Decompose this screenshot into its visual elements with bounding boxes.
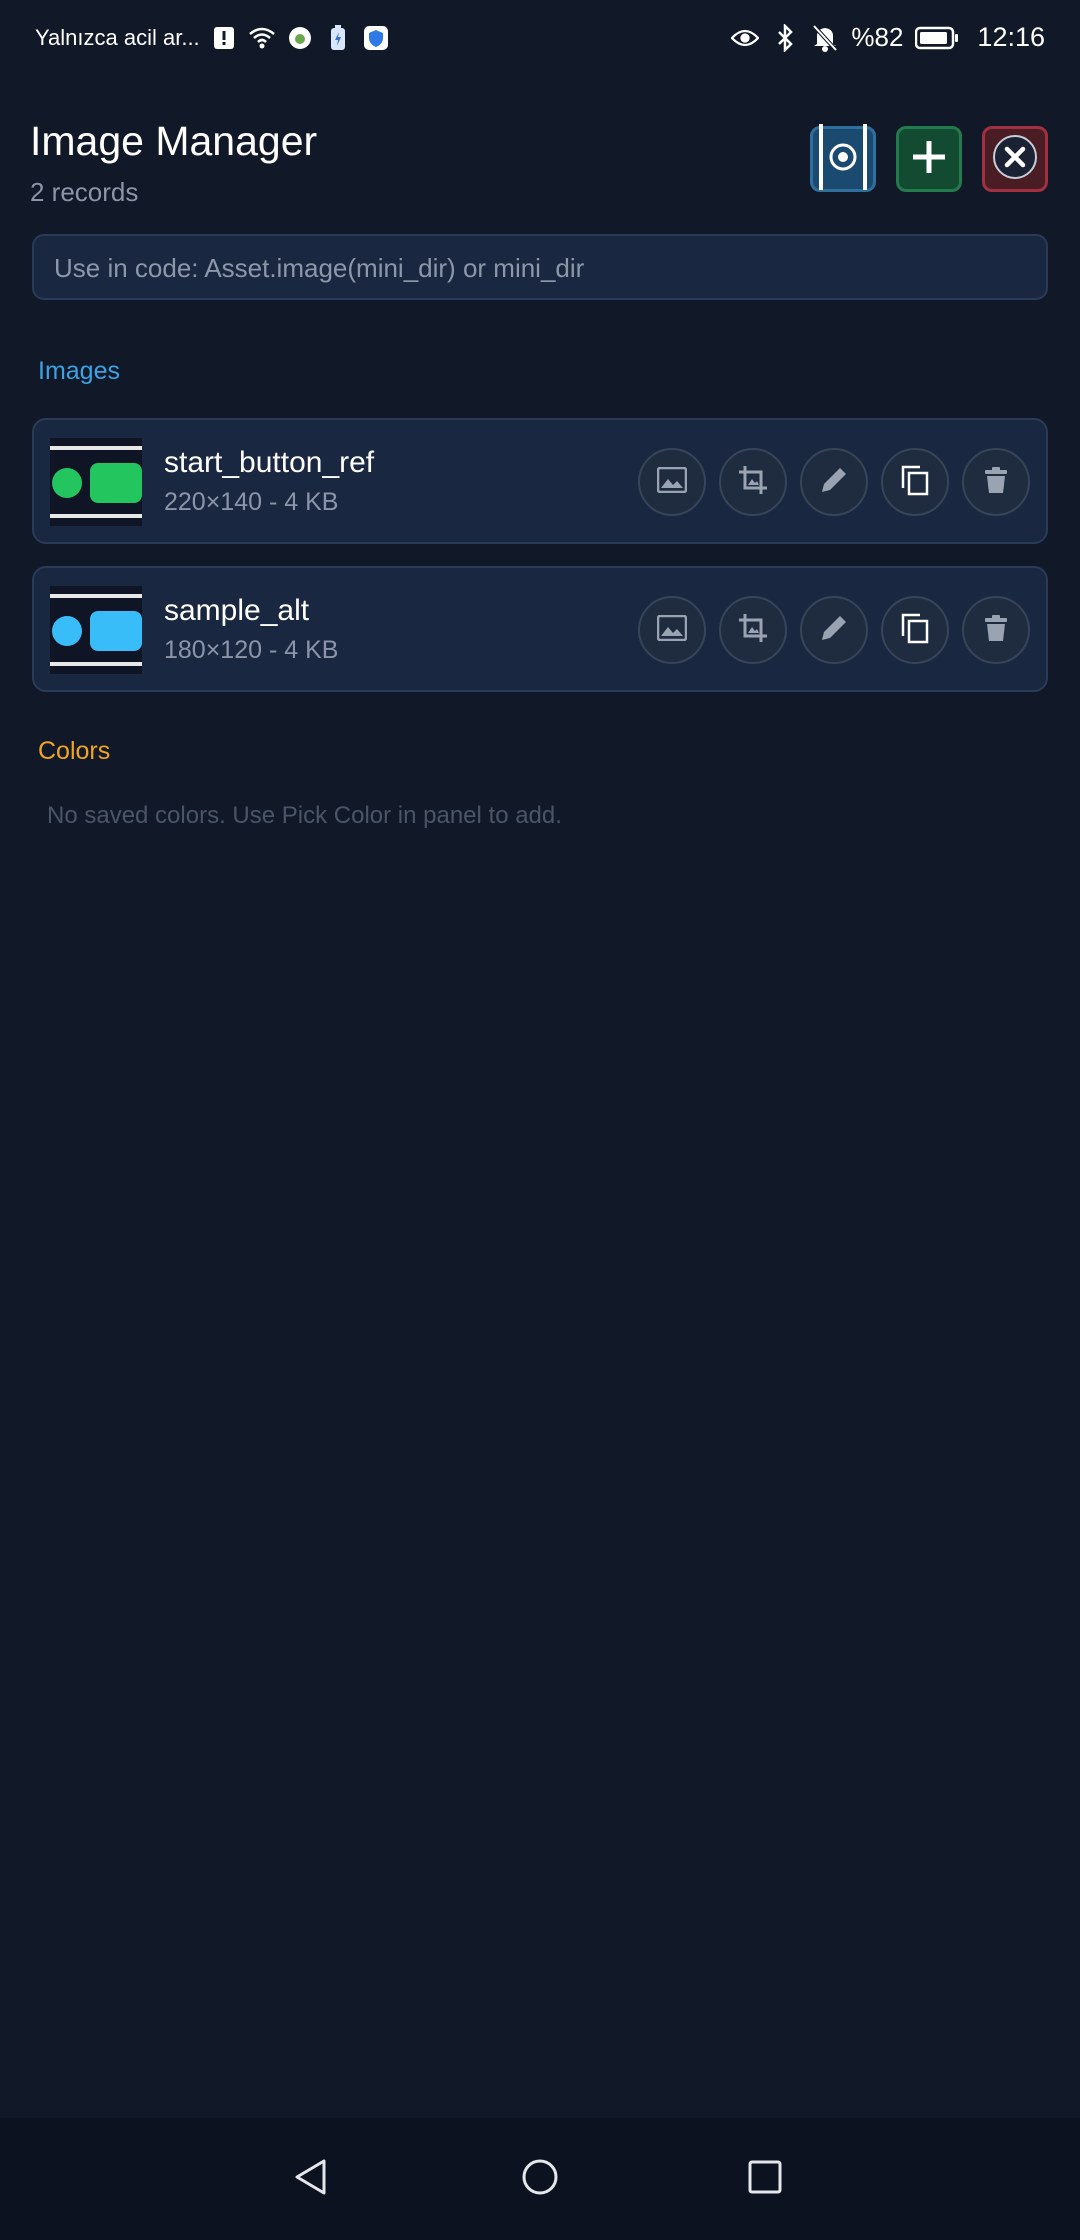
image-row[interactable]: start_button_ref 220×140 - 4 KB [32, 418, 1048, 544]
wifi-icon [248, 24, 276, 52]
preview-icon [813, 123, 873, 195]
code-hint-box: Use in code: Asset.image(mini_dir) or mi… [32, 234, 1048, 300]
shield-icon [362, 24, 390, 52]
recent-apps-button[interactable] [740, 2154, 790, 2204]
view-image-button[interactable] [638, 448, 706, 516]
image-name: start_button_ref [164, 446, 375, 479]
colors-empty-text: No saved colors. Use Pick Color in panel… [47, 802, 562, 829]
delete-image-button[interactable] [962, 596, 1030, 664]
eye-icon [731, 24, 760, 52]
clock: 12:16 [977, 22, 1045, 52]
crop-image-button[interactable] [719, 448, 787, 516]
rename-image-button[interactable] [800, 596, 868, 664]
delete-icon [985, 466, 1007, 499]
image-icon [656, 614, 688, 646]
copy-icon [900, 464, 930, 501]
alert-icon [210, 24, 238, 52]
preview-button[interactable] [810, 123, 876, 195]
crop-icon [738, 613, 768, 648]
battery-saver-icon [324, 24, 352, 52]
page-title: Image Manager [30, 118, 318, 164]
code-hint-text: Use in code: Asset.image(mini_dir) or mi… [54, 253, 585, 283]
record-count: 2 records [30, 177, 139, 207]
crop-icon [738, 465, 768, 500]
bluetooth-icon [771, 23, 799, 52]
edit-icon [819, 465, 849, 500]
plus-icon [911, 139, 947, 180]
colors-section-label: Colors [38, 737, 111, 765]
back-button[interactable] [286, 2154, 336, 2204]
view-image-button[interactable] [638, 596, 706, 664]
copy-image-button[interactable] [881, 448, 949, 516]
home-button[interactable] [515, 2154, 565, 2204]
image-icon [656, 466, 688, 498]
home-circle-icon [520, 2157, 560, 2202]
image-meta: 220×140 - 4 KB [164, 488, 339, 516]
close-button[interactable] [982, 126, 1048, 192]
battery-icon [915, 24, 959, 52]
copy-image-button[interactable] [881, 596, 949, 664]
thumb-dot [52, 468, 82, 498]
thumb-pill [90, 611, 142, 651]
image-thumbnail [50, 586, 142, 674]
carrier-text: Yalnızca acil ar... [35, 25, 200, 50]
image-thumbnail [50, 438, 142, 526]
image-meta: 180×120 - 4 KB [164, 636, 339, 664]
copy-icon [900, 612, 930, 649]
close-icon [992, 134, 1038, 185]
thumb-pill [90, 463, 142, 503]
crop-image-button[interactable] [719, 596, 787, 664]
image-name: sample_alt [164, 594, 310, 627]
app-icon [286, 24, 314, 52]
images-section-label: Images [38, 357, 120, 385]
battery-percent: %82 [851, 22, 904, 52]
rename-image-button[interactable] [800, 448, 868, 516]
thumb-dot [52, 616, 82, 646]
delete-icon [985, 614, 1007, 647]
delete-image-button[interactable] [962, 448, 1030, 516]
image-row[interactable]: sample_alt 180×120 - 4 KB [32, 566, 1048, 692]
status-bar: Yalnızca acil ar... %82 12:16 [0, 0, 1080, 82]
back-triangle-icon [291, 2157, 331, 2202]
recent-square-icon [745, 2157, 785, 2202]
navigation-bar [0, 2118, 1080, 2240]
add-button[interactable] [896, 126, 962, 192]
edit-icon [819, 613, 849, 648]
bell-off-icon [811, 24, 839, 52]
